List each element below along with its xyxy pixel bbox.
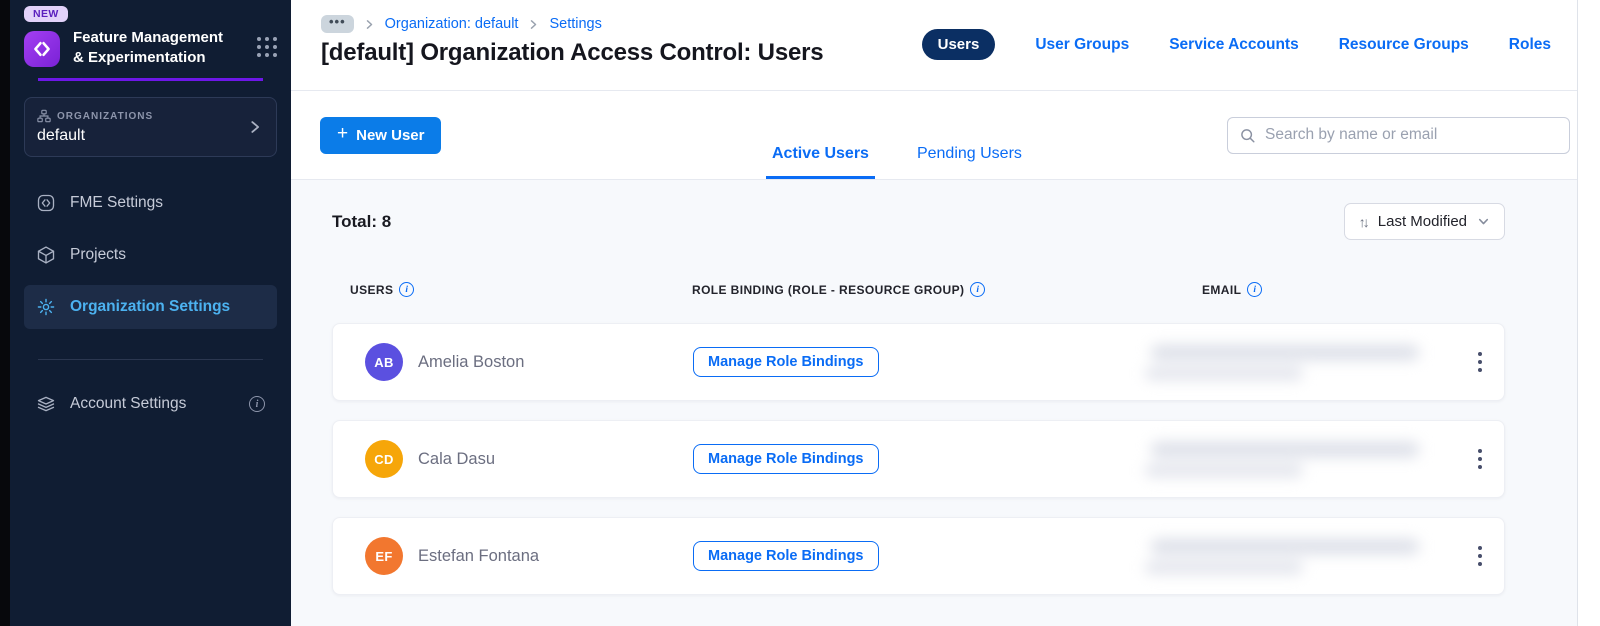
avatar: EF	[365, 537, 403, 575]
email-redacted	[1143, 441, 1440, 477]
column-role-binding: ROLE BINDING (ROLE - RESOURCE GROUP) i	[692, 282, 1142, 297]
sidebar: NEW Feature Management & Experimentation	[10, 0, 291, 626]
avatar: CD	[365, 440, 403, 478]
organization-value: default	[37, 127, 86, 144]
split-square-icon	[37, 194, 55, 212]
table-header-row: USERS i ROLE BINDING (ROLE - RESOURCE GR…	[332, 282, 1505, 297]
column-users: USERS i	[350, 282, 692, 297]
row-menu-icon[interactable]	[1472, 540, 1488, 572]
new-user-button[interactable]: + New User	[320, 116, 442, 154]
users-list: AB Amelia Boston Manage Role Bindings CD…	[332, 323, 1505, 626]
new-user-button-label: New User	[356, 126, 425, 144]
plus-icon: +	[337, 123, 349, 144]
user-state-tabs: Active Users Pending Users	[766, 145, 1028, 179]
sidebar-item-account-settings[interactable]: Account Settings i	[24, 382, 277, 426]
info-icon[interactable]: i	[399, 282, 415, 297]
tab-service-accounts[interactable]: Service Accounts	[1169, 36, 1299, 54]
info-icon[interactable]: i	[970, 282, 986, 297]
column-role-binding-label: ROLE BINDING (ROLE - RESOURCE GROUP)	[692, 282, 965, 297]
organizations-label: ORGANIZATIONS	[57, 110, 154, 122]
total-count: Total: 8	[332, 211, 392, 231]
search-icon	[1241, 128, 1255, 143]
chevron-right-icon	[531, 19, 537, 29]
access-control-tabs: Users User Groups Service Accounts Resou…	[921, 29, 1551, 60]
cube-icon	[37, 246, 55, 264]
tab-user-groups[interactable]: User Groups	[1035, 36, 1129, 54]
screen: NEW Feature Management & Experimentation	[0, 0, 1600, 626]
new-badge: NEW	[24, 6, 68, 22]
column-users-label: USERS	[350, 282, 394, 297]
sidebar-header: NEW Feature Management & Experimentation	[10, 0, 291, 81]
search-box	[1227, 116, 1570, 154]
sidebar-item-organization-settings[interactable]: Organization Settings	[24, 285, 277, 329]
tab-roles[interactable]: Roles	[1509, 36, 1551, 54]
background-edge-strip	[0, 0, 10, 626]
user-name: Amelia Boston	[418, 352, 525, 371]
sidebar-item-fme-settings[interactable]: FME Settings	[24, 181, 277, 225]
page-header: ••• Organization: default Settings [defa…	[291, 0, 1577, 91]
toolbar: + New User Active Users Pending Users	[291, 91, 1577, 180]
row-menu-icon[interactable]	[1472, 346, 1488, 378]
fme-logo-icon	[24, 31, 60, 67]
org-hierarchy-icon	[37, 109, 51, 123]
sidebar-item-label: Projects	[70, 246, 126, 263]
column-email-label: EMAIL	[1202, 282, 1242, 297]
tab-resource-groups[interactable]: Resource Groups	[1339, 36, 1469, 54]
sort-dropdown-label: Last Modified	[1377, 213, 1467, 230]
table-row: AB Amelia Boston Manage Role Bindings	[332, 323, 1505, 401]
email-redacted	[1143, 538, 1440, 574]
user-name: Cala Dasu	[418, 449, 496, 468]
sidebar-item-projects[interactable]: Projects	[24, 233, 277, 277]
row-menu-icon[interactable]	[1472, 443, 1488, 475]
manage-role-bindings-button[interactable]: Manage Role Bindings	[693, 347, 879, 377]
sidebar-item-label: FME Settings	[70, 194, 164, 211]
users-list-panel: Total: 8 ↑↓ Last Modified USERS i ROLE B…	[291, 180, 1577, 626]
user-name: Estefan Fontana	[418, 546, 540, 565]
chevron-right-icon	[251, 121, 260, 133]
layers-gear-icon	[37, 396, 55, 412]
app-title: Feature Management & Experimentation	[73, 29, 224, 66]
sort-dropdown[interactable]: ↑↓ Last Modified	[1343, 203, 1505, 240]
manage-role-bindings-button[interactable]: Manage Role Bindings	[693, 541, 879, 571]
sidebar-item-label: Account Settings	[70, 395, 187, 412]
avatar: AB	[365, 343, 403, 381]
breadcrumb-organization-link[interactable]: Organization: default	[385, 16, 519, 32]
right-gutter	[1578, 0, 1600, 626]
sidebar-item-label: Organization Settings	[70, 298, 231, 315]
search-input[interactable]	[1265, 126, 1558, 144]
sidebar-menu: FME Settings Projects Organization Setti…	[10, 181, 291, 426]
manage-role-bindings-button[interactable]: Manage Role Bindings	[693, 444, 879, 474]
main-area: ••• Organization: default Settings [defa…	[291, 0, 1600, 626]
organization-selector[interactable]: ORGANIZATIONS default	[24, 97, 277, 157]
sort-arrows-icon: ↑↓	[1358, 213, 1370, 230]
tab-users[interactable]: Users	[921, 29, 996, 60]
table-row: EF Estefan Fontana Manage Role Bindings	[332, 517, 1505, 595]
brand-accent-rule	[38, 78, 263, 81]
gear-icon	[37, 298, 55, 316]
info-icon[interactable]: i	[249, 396, 265, 412]
sidebar-divider	[38, 359, 263, 360]
app-switcher-icon[interactable]	[257, 37, 277, 57]
tab-active-users[interactable]: Active Users	[766, 145, 875, 179]
breadcrumb-settings-link[interactable]: Settings	[549, 16, 601, 32]
chevron-right-icon	[366, 19, 372, 29]
email-redacted	[1143, 344, 1440, 380]
table-row: CD Cala Dasu Manage Role Bindings	[332, 420, 1505, 498]
chevron-down-icon	[1478, 218, 1489, 225]
column-email: EMAIL i	[1142, 282, 1457, 297]
breadcrumb-ellipsis-button[interactable]: •••	[321, 15, 354, 33]
tab-pending-users[interactable]: Pending Users	[911, 145, 1028, 179]
info-icon[interactable]: i	[1247, 282, 1263, 297]
